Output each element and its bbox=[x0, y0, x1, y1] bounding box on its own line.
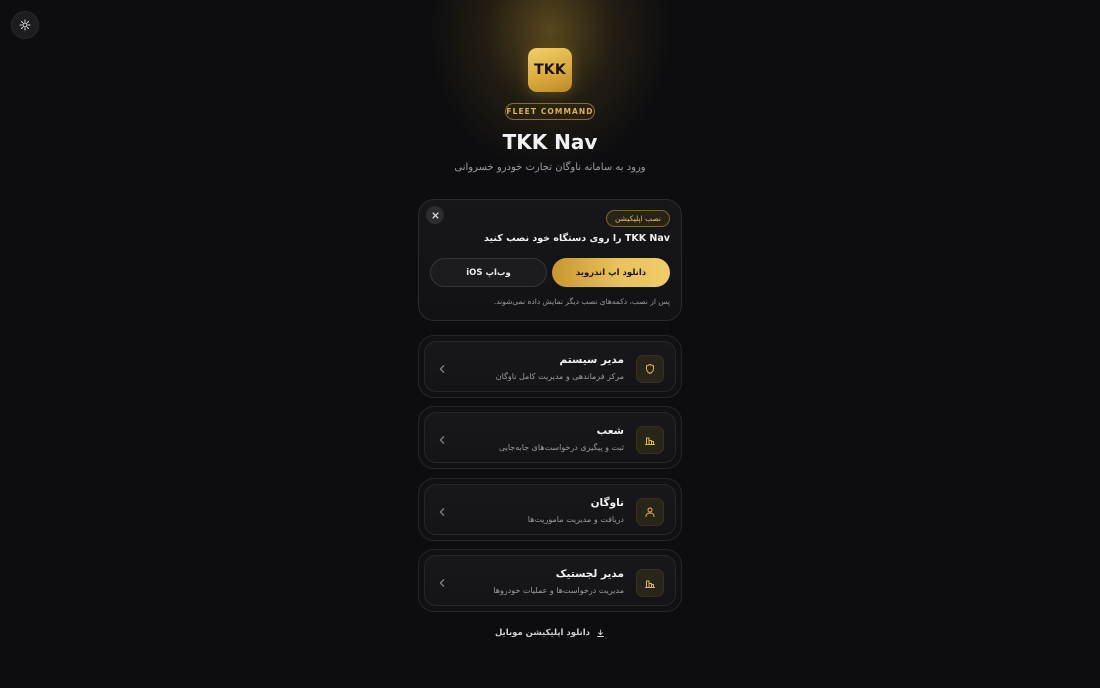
download-icon bbox=[597, 629, 604, 637]
chevron-left-icon bbox=[436, 434, 448, 446]
install-close-button[interactable] bbox=[426, 206, 444, 224]
download-android-button[interactable]: دانلود اپ اندروید bbox=[552, 258, 670, 287]
page-title: TKK Nav bbox=[502, 130, 598, 154]
role-icon-wrap bbox=[636, 498, 664, 526]
theme-toggle-button[interactable] bbox=[11, 11, 39, 39]
shield-icon bbox=[646, 364, 654, 374]
role-title: ناوگان bbox=[590, 497, 624, 509]
role-description: دریافت و مدیریت ماموریت‌ها bbox=[527, 515, 624, 524]
chevron-left-icon bbox=[436, 506, 448, 518]
chevron-left-icon bbox=[436, 577, 448, 589]
role-card-branches[interactable]: شعب ثبت و پیگیری درخواست‌های جابه‌جایی bbox=[418, 406, 682, 469]
role-card-inner: ناوگان دریافت و مدیریت ماموریت‌ها bbox=[424, 484, 676, 535]
role-icon-wrap bbox=[636, 426, 664, 454]
role-icon-wrap bbox=[636, 355, 664, 383]
role-card-fleet[interactable]: ناوگان دریافت و مدیریت ماموریت‌ها bbox=[418, 478, 682, 541]
role-card-inner: شعب ثبت و پیگیری درخواست‌های جابه‌جایی bbox=[424, 412, 676, 463]
install-heading: TKK Nav را روی دستگاه خود نصب کنید bbox=[484, 233, 670, 244]
download-mobile-app-label: دانلود اپلیکیشن موبایل bbox=[494, 628, 591, 638]
user-icon bbox=[645, 507, 655, 517]
chevron-left-icon bbox=[436, 363, 448, 375]
role-title: مدیر سیستم bbox=[559, 354, 624, 366]
role-description: مرکز فرماندهی و مدیریت کامل ناوگان bbox=[495, 372, 624, 381]
install-tag: نصب اپلیکیشن bbox=[605, 210, 670, 227]
sun-icon bbox=[19, 19, 31, 31]
role-card-inner: مدیر لجستیک مدیریت درخواست‌ها و عملیات خ… bbox=[424, 555, 676, 606]
close-icon bbox=[431, 211, 439, 219]
role-title: مدیر لجستیک bbox=[555, 568, 624, 580]
role-card-inner: مدیر سیستم مرکز فرماندهی و مدیریت کامل ن… bbox=[424, 341, 676, 392]
page-subtitle: ورود به سامانه ناوگان تجارت خودرو خسروان… bbox=[454, 162, 646, 173]
role-description: ثبت و پیگیری درخواست‌های جابه‌جایی bbox=[498, 443, 624, 452]
role-card-logistics-manager[interactable]: مدیر لجستیک مدیریت درخواست‌ها و عملیات خ… bbox=[418, 549, 682, 612]
role-icon-wrap bbox=[636, 569, 664, 597]
ios-webapp-button[interactable]: وب‌اپ iOS bbox=[430, 258, 547, 287]
download-mobile-app-link[interactable]: دانلود اپلیکیشن موبایل bbox=[0, 628, 1100, 638]
install-note: پس از نصب، دکمه‌های نصب دیگر نمایش داده … bbox=[493, 297, 670, 306]
role-title: شعب bbox=[596, 425, 624, 437]
brand-logo: TKK bbox=[528, 48, 572, 92]
building-icon bbox=[645, 580, 655, 588]
building-icon bbox=[645, 437, 655, 445]
fleet-command-badge: FLEET COMMAND bbox=[505, 103, 595, 120]
role-description: مدیریت درخواست‌ها و عملیات خودروها bbox=[493, 586, 624, 595]
role-card-system-admin[interactable]: مدیر سیستم مرکز فرماندهی و مدیریت کامل ن… bbox=[418, 335, 682, 398]
install-prompt-card: نصب اپلیکیشن TKK Nav را روی دستگاه خود ن… bbox=[418, 199, 682, 321]
